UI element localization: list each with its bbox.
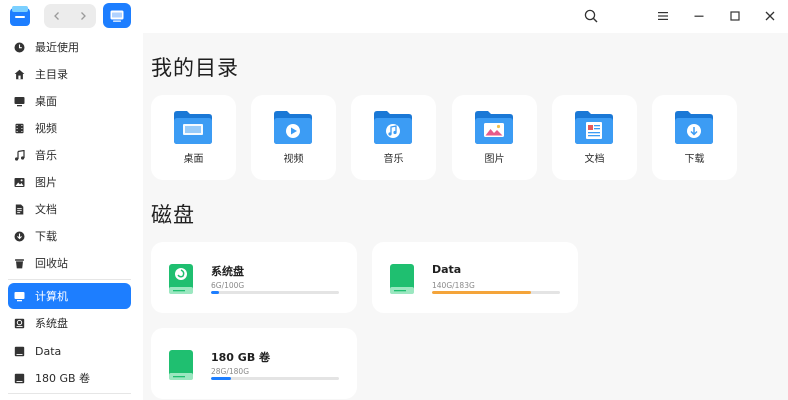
- download-icon: [14, 231, 25, 242]
- image-icon: [14, 177, 25, 188]
- sidebar-item-pictures[interactable]: 图片: [8, 169, 131, 195]
- documents-folder-icon: [575, 111, 613, 144]
- search-button[interactable]: [581, 6, 601, 26]
- sidebar-item-label: 音乐: [35, 149, 57, 162]
- drive-icon: [14, 373, 25, 384]
- desktop-icon: [14, 96, 25, 107]
- chevron-left-icon: [54, 12, 59, 20]
- disk-card-system[interactable]: 系统盘 6G/100G: [151, 242, 357, 313]
- music-folder-icon: [374, 111, 412, 144]
- folder-card-desktop[interactable]: 桌面: [151, 95, 236, 180]
- hamburger-menu-icon: [658, 12, 668, 20]
- disk-usage-bar: [211, 377, 339, 380]
- disk-usage-fill: [211, 377, 231, 380]
- sidebar-item-label: 主目录: [35, 68, 68, 81]
- folder-label: 音乐: [383, 154, 404, 165]
- maximize-button[interactable]: [725, 6, 745, 26]
- drive-icon: [14, 346, 25, 357]
- folder-card-videos[interactable]: 视频: [251, 95, 336, 180]
- sidebar-item-music[interactable]: 音乐: [8, 142, 131, 168]
- film-icon: [14, 123, 25, 134]
- close-button[interactable]: [760, 6, 780, 26]
- disk-card-180gb-volume[interactable]: 180 GB 卷 28G/180G: [151, 328, 357, 399]
- disk-usage-fill: [432, 291, 531, 294]
- disk-usage-text: 140G/183G: [432, 281, 475, 290]
- music-icon: [14, 149, 25, 161]
- trash-icon: [14, 258, 25, 269]
- desktop-folder-icon: [174, 111, 212, 144]
- sidebar-item-computer[interactable]: 计算机: [8, 283, 131, 309]
- sidebar-item-trash[interactable]: 回收站: [8, 250, 131, 276]
- sidebar-item-label: 回收站: [35, 257, 68, 270]
- close-icon: [765, 11, 775, 21]
- computer-icon: [14, 291, 25, 302]
- sidebar-item-home[interactable]: 主目录: [8, 61, 131, 87]
- document-icon: [14, 204, 25, 215]
- title-bar: [0, 0, 788, 33]
- sidebar-item-system-disk[interactable]: 系统盘: [8, 310, 131, 336]
- folder-card-documents[interactable]: 文档: [552, 95, 637, 180]
- folder-label: 文档: [584, 154, 605, 165]
- disk-name: 系统盘: [211, 265, 244, 278]
- folder-card-pictures[interactable]: 图片: [452, 95, 537, 180]
- disk-usage-bar: [432, 291, 560, 294]
- sidebar-divider: [8, 279, 131, 280]
- search-icon: [584, 9, 598, 23]
- sidebar-item-label: Data: [35, 344, 62, 358]
- disk-card-data[interactable]: Data 140G/183G: [372, 242, 578, 313]
- computer-view-icon: [110, 10, 124, 22]
- home-icon: [14, 69, 25, 80]
- disks-section-title: 磁盘: [151, 203, 195, 227]
- disk-name: 180 GB 卷: [211, 351, 271, 364]
- sidebar-item-180gb-volume[interactable]: 180 GB 卷: [8, 365, 131, 391]
- folder-label: 桌面: [183, 154, 204, 165]
- menu-button[interactable]: [653, 6, 673, 26]
- sidebar-item-label: 180 GB 卷: [35, 372, 91, 385]
- sidebar-item-label: 桌面: [35, 95, 57, 108]
- sidebar-divider: [8, 393, 131, 394]
- directory-section-title: 我的目录: [151, 56, 239, 80]
- sidebar-item-label: 下载: [35, 230, 57, 243]
- sidebar-item-videos[interactable]: 视频: [8, 115, 131, 141]
- folder-label: 图片: [484, 154, 505, 165]
- system-disk-icon: [14, 318, 25, 329]
- sidebar-item-label: 图片: [35, 176, 57, 189]
- disk-name: Data: [432, 263, 462, 276]
- folder-label: 下载: [684, 154, 705, 165]
- video-folder-icon: [274, 111, 312, 144]
- sidebar-item-label: 文档: [35, 203, 57, 216]
- downloads-folder-icon: [675, 111, 713, 144]
- system-disk-icon: [169, 264, 193, 294]
- drive-icon: [390, 264, 414, 294]
- sidebar-item-label: 视频: [35, 122, 57, 135]
- forward-button[interactable]: [70, 4, 96, 28]
- folder-label: 视频: [283, 154, 304, 165]
- sidebar-item-documents[interactable]: 文档: [8, 196, 131, 222]
- sidebar-item-label: 计算机: [35, 290, 68, 303]
- disk-usage-text: 6G/100G: [211, 281, 245, 290]
- file-manager-logo-icon: [8, 4, 32, 28]
- sidebar-item-recent[interactable]: 最近使用: [8, 34, 131, 60]
- minimize-icon: [694, 15, 704, 17]
- sidebar-item-downloads[interactable]: 下载: [8, 223, 131, 249]
- drive-icon: [169, 350, 193, 380]
- pictures-folder-icon: [475, 111, 513, 144]
- chevron-right-icon: [81, 12, 86, 20]
- sidebar-item-label: 系统盘: [35, 317, 68, 330]
- folder-card-music[interactable]: 音乐: [351, 95, 436, 180]
- disk-usage-bar: [211, 291, 339, 294]
- clock-icon: [14, 42, 25, 53]
- back-button[interactable]: [44, 4, 70, 28]
- sidebar-item-desktop[interactable]: 桌面: [8, 88, 131, 114]
- navigation-buttons: [44, 4, 96, 28]
- sidebar-item-data[interactable]: Data: [8, 338, 131, 364]
- sidebar: 最近使用 主目录 桌面 视频 音乐 图片 文档 下载 回收站 计算机 系统盘 D…: [0, 33, 143, 400]
- maximize-icon: [730, 11, 740, 21]
- sidebar-item-label: 最近使用: [35, 41, 79, 54]
- folder-card-downloads[interactable]: 下载: [652, 95, 737, 180]
- disk-usage-text: 28G/180G: [211, 367, 250, 376]
- view-mode-button[interactable]: [103, 3, 131, 28]
- disk-usage-fill: [211, 291, 219, 294]
- minimize-button[interactable]: [689, 6, 709, 26]
